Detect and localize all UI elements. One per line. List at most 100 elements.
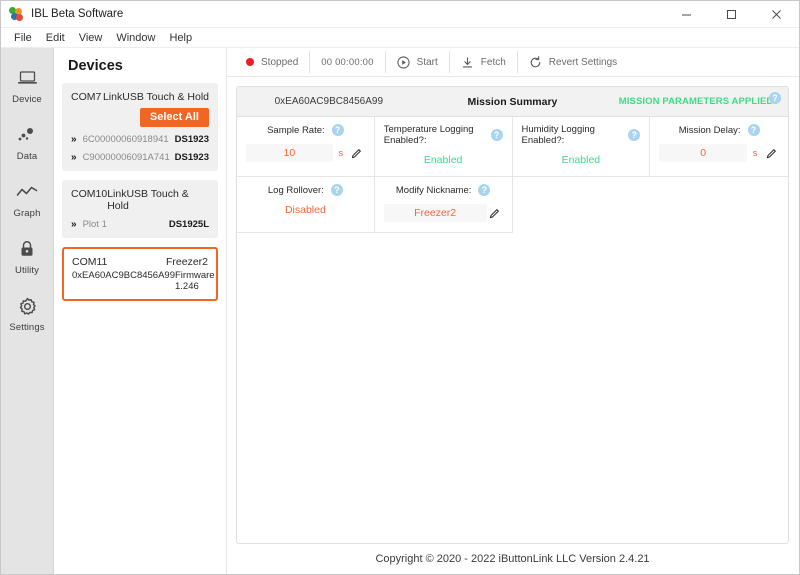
help-icon[interactable]: ? <box>490 129 503 141</box>
sample-rate-input[interactable]: 10 <box>246 144 333 162</box>
rail-item-device[interactable]: Device <box>1 58 54 115</box>
status-label: Stopped <box>261 56 299 68</box>
menu-bar: File Edit View Window Help <box>1 28 799 48</box>
menu-help[interactable]: Help <box>162 30 199 46</box>
help-icon[interactable]: ? <box>330 184 343 196</box>
param-label: Sample Rate: <box>267 124 325 136</box>
param-title-row: Temperature Logging Enabled?: ? <box>384 124 503 146</box>
close-icon[interactable] <box>754 1 799 28</box>
menu-window[interactable]: Window <box>109 30 162 46</box>
device-card-com10[interactable]: COM10 LinkUSB Touch & Hold » Plot 1 DS19… <box>62 180 218 238</box>
revert-label: Revert Settings <box>548 56 618 68</box>
footer-copyright: Copyright © 2020 - 2022 iButtonLink LLC … <box>375 553 650 565</box>
mission-delay-input[interactable]: 0 <box>659 144 747 162</box>
menu-edit[interactable]: Edit <box>39 30 72 46</box>
gear-icon <box>18 295 37 317</box>
help-icon[interactable]: ? <box>478 184 491 196</box>
param-cell-log-rollover: Log Rollover: ? Disabled <box>237 177 375 233</box>
param-label: Humidity Logging Enabled?: <box>521 124 595 146</box>
device-model: DS1923 <box>174 152 209 163</box>
param-label: Temperature Logging Enabled?: <box>383 124 474 146</box>
device-list-item[interactable]: » C90000006091A741 DS1923 <box>71 152 209 163</box>
lock-icon <box>19 238 35 260</box>
maximize-icon[interactable] <box>709 1 754 28</box>
fetch-button[interactable]: Fetch <box>448 51 517 73</box>
mission-delay-unit: s <box>752 147 758 159</box>
device-port: COM7 <box>71 91 102 103</box>
rail-label-device: Device <box>12 94 42 105</box>
revert-settings-button[interactable]: Revert Settings <box>516 51 628 73</box>
param-title-row: Modify Nickname: ? <box>384 184 503 196</box>
device-serial: C90000006091A741 <box>82 152 170 163</box>
help-icon[interactable]: ? <box>769 92 781 104</box>
line-chart-icon <box>16 181 38 203</box>
laptop-icon <box>17 67 38 89</box>
summary-status: MISSION PARAMETERS APPLIED <box>618 96 774 107</box>
rail-item-utility[interactable]: Utility <box>1 229 54 286</box>
summary-title: Mission Summary <box>467 95 558 108</box>
device-card-com11-selected[interactable]: COM11 Freezer2 0xEA60AC9BC8456A99 Firmwa… <box>62 247 218 301</box>
mission-summary-header: 0xEA60AC9BC8456A99 Mission Summary MISSI… <box>237 87 788 117</box>
device-type: LinkUSB Touch & Hold <box>107 188 189 212</box>
scatter-dots-icon <box>17 124 37 146</box>
param-cell-empty <box>513 177 651 233</box>
window-controls <box>664 1 799 28</box>
chevron-double-right-icon: » <box>71 152 76 163</box>
left-navigation-rail: Device Data Graph Utility Settings <box>1 48 54 574</box>
refresh-icon <box>529 55 542 69</box>
pencil-icon[interactable] <box>349 148 365 159</box>
log-rollover-value: Disabled <box>284 204 326 216</box>
device-nickname: Freezer2 <box>165 256 208 268</box>
mission-parameters-grid: Sample Rate: ? 10 s Temperature Logging … <box>237 117 788 233</box>
param-field: 0 s <box>659 144 779 162</box>
device-port: COM10 <box>71 188 108 200</box>
param-label: Modify Nickname: <box>395 184 472 196</box>
rail-label-utility: Utility <box>15 265 39 276</box>
device-list-item[interactable]: » 6C00000060918941 DS1923 <box>71 134 209 145</box>
device-list-item[interactable]: » Plot 1 DS1925L <box>71 219 209 230</box>
device-card-com7[interactable]: COM7 LinkUSB Touch & Hold Select All » 6… <box>62 83 218 171</box>
mission-toolbar: Stopped 00 00:00:00 Start Fetch Revert S… <box>227 48 799 77</box>
mission-timer: 00 00:00:00 <box>309 51 384 73</box>
param-cell-temperature-logging: Temperature Logging Enabled?: ? Enabled <box>374 117 513 177</box>
summary-device-id: 0xEA60AC9BC8456A99 <box>274 96 384 107</box>
menu-file[interactable]: File <box>7 30 39 46</box>
help-icon[interactable]: ? <box>747 124 760 136</box>
device-type: LinkUSB Touch & Hold <box>102 91 209 103</box>
nickname-input[interactable]: Freezer2 <box>383 204 487 222</box>
pencil-icon[interactable] <box>487 208 503 219</box>
download-icon <box>461 56 474 69</box>
select-all-button[interactable]: Select All <box>139 108 209 127</box>
menu-view[interactable]: View <box>72 30 110 46</box>
start-button[interactable]: Start <box>384 51 449 73</box>
device-card-header: COM10 LinkUSB Touch & Hold <box>71 188 209 212</box>
help-icon[interactable]: ? <box>331 124 344 136</box>
chevron-double-right-icon: » <box>71 219 76 230</box>
fetch-label: Fetch <box>480 56 506 68</box>
play-circle-icon <box>397 55 410 69</box>
rail-item-settings[interactable]: Settings <box>1 286 54 343</box>
mission-summary-card: 0xEA60AC9BC8456A99 Mission Summary MISSI… <box>236 86 789 544</box>
param-label: Mission Delay: <box>678 124 741 136</box>
param-label: Log Rollover: <box>267 184 324 196</box>
param-cell-sample-rate: Sample Rate: ? 10 s <box>237 117 375 177</box>
minimize-icon[interactable] <box>664 1 709 28</box>
rail-item-data[interactable]: Data <box>1 115 54 172</box>
param-field: Freezer2 <box>383 204 503 222</box>
param-field: 10 s <box>246 144 365 162</box>
status-indicator: Stopped <box>235 51 309 73</box>
device-firmware: Firmware 1.246 <box>175 270 215 292</box>
content-area: 0xEA60AC9BC8456A99 Mission Summary MISSI… <box>227 77 799 574</box>
rail-item-graph[interactable]: Graph <box>1 172 54 229</box>
devices-panel: Devices COM7 LinkUSB Touch & Hold Select… <box>54 48 226 574</box>
device-serial: Plot 1 <box>82 219 107 230</box>
param-cell-humidity-logging: Humidity Logging Enabled?: ? Enabled <box>512 117 651 177</box>
param-cell-modify-nickname: Modify Nickname: ? Freezer2 <box>374 177 513 233</box>
rail-label-settings: Settings <box>9 322 45 333</box>
help-icon[interactable]: ? <box>628 129 641 141</box>
rail-label-graph: Graph <box>13 208 41 219</box>
main-body: Device Data Graph Utility Settings Devic… <box>1 48 799 574</box>
humidity-logging-value: Enabled <box>561 154 601 166</box>
temperature-logging-value: Enabled <box>423 154 463 166</box>
pencil-icon[interactable] <box>763 148 779 159</box>
